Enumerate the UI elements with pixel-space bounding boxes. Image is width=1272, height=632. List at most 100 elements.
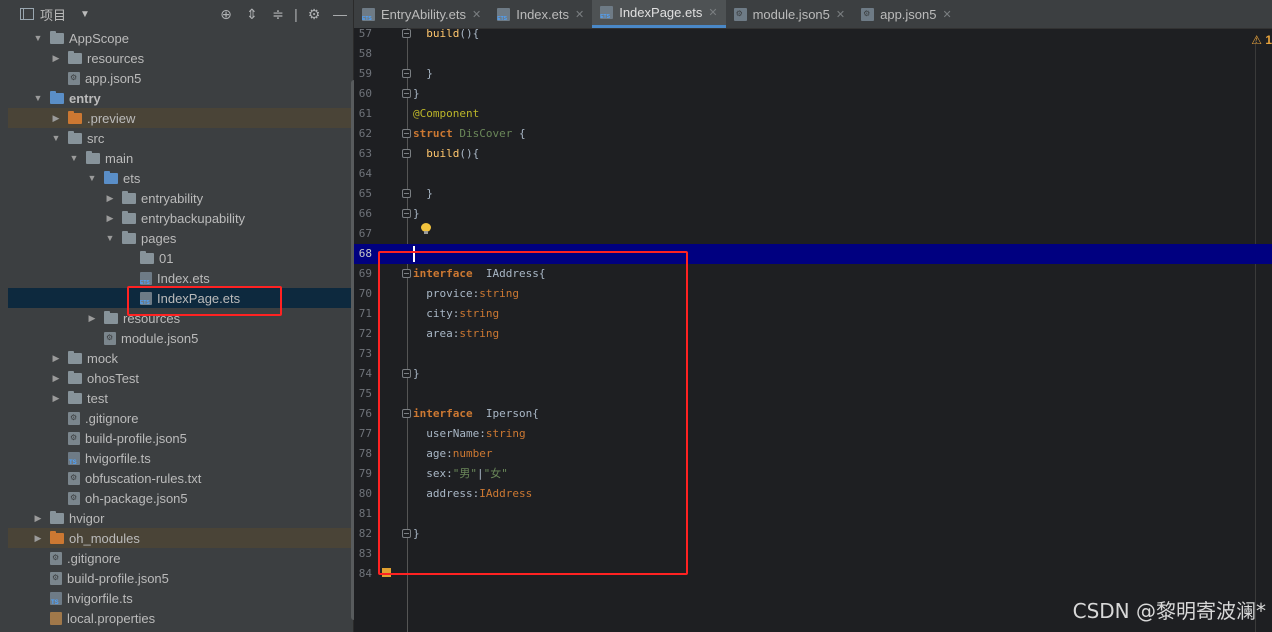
code-line[interactable]: 68: [354, 244, 1272, 264]
chevron-down-icon[interactable]: ▼: [104, 233, 116, 243]
tree-item[interactable]: oh-package.json5: [8, 488, 353, 508]
code-line[interactable]: 74}: [354, 364, 1272, 384]
code-line[interactable]: 73: [354, 344, 1272, 364]
code-line[interactable]: 81: [354, 504, 1272, 524]
tree-item[interactable]: ▶ .preview: [8, 108, 353, 128]
config-file-icon: [68, 491, 80, 505]
code-line[interactable]: 61 @Component: [354, 104, 1272, 124]
code-line[interactable]: 84: [354, 564, 1272, 584]
fold-marker-icon[interactable]: [402, 409, 411, 418]
tree-item[interactable]: hvigorfile.ts: [8, 588, 353, 608]
code-line[interactable]: 83: [354, 544, 1272, 564]
chevron-down-icon[interactable]: ▼: [32, 93, 44, 103]
tree-item[interactable]: 01: [8, 248, 353, 268]
code-line[interactable]: 67: [354, 224, 1272, 244]
code-line[interactable]: 64: [354, 164, 1272, 184]
tree-item[interactable]: ▼ entry: [8, 88, 353, 108]
tree-item[interactable]: ▶ test: [8, 388, 353, 408]
code-line[interactable]: 79 sex:"男"|"女": [354, 464, 1272, 484]
chevron-right-icon[interactable]: ▶: [50, 113, 62, 124]
fold-marker-icon[interactable]: [402, 209, 411, 218]
code-line[interactable]: 62 struct DisCover {: [354, 124, 1272, 144]
code-line[interactable]: 77 userName:string: [354, 424, 1272, 444]
tree-item[interactable]: build-profile.json5: [8, 568, 353, 588]
tree-item[interactable]: ▶ oh_modules: [8, 528, 353, 548]
tree-item[interactable]: ▶ resources: [8, 48, 353, 68]
chevron-down-icon[interactable]: ▼: [32, 33, 44, 43]
chevron-right-icon[interactable]: ▶: [104, 213, 116, 224]
tree-item[interactable]: IndexPage.ets: [8, 288, 353, 308]
tree-item[interactable]: Index.ets: [8, 268, 353, 288]
close-icon[interactable]: ✕: [575, 8, 584, 21]
chevron-down-icon[interactable]: ▼: [80, 9, 90, 20]
tree-item[interactable]: ▶ mock: [8, 348, 353, 368]
tree-item[interactable]: ▼ AppScope: [8, 28, 353, 48]
tree-item[interactable]: .gitignore: [8, 548, 353, 568]
fold-marker-icon[interactable]: [402, 369, 411, 378]
code-line[interactable]: 63 build(){: [354, 144, 1272, 164]
code-line[interactable]: 80 address:IAddress: [354, 484, 1272, 504]
fold-marker-icon[interactable]: [402, 69, 411, 78]
chevron-right-icon[interactable]: ▶: [32, 513, 44, 524]
tree-item[interactable]: obfuscation-rules.txt: [8, 468, 353, 488]
tree-item[interactable]: ▶ resources: [8, 308, 353, 328]
tree-item[interactable]: ▶ entryability: [8, 188, 353, 208]
close-icon[interactable]: ✕: [943, 8, 952, 21]
fold-marker-icon[interactable]: [402, 529, 411, 538]
chevron-right-icon[interactable]: ▶: [32, 533, 44, 544]
code-line[interactable]: 76 interface Iperson{: [354, 404, 1272, 424]
code-line[interactable]: 75: [354, 384, 1272, 404]
fold-marker-icon[interactable]: [402, 269, 411, 278]
fold-marker-icon[interactable]: [402, 89, 411, 98]
tree-item[interactable]: .gitignore: [8, 408, 353, 428]
tree-item[interactable]: ▼ main: [8, 148, 353, 168]
code-line[interactable]: 57 build(){: [354, 24, 1272, 44]
tree-item[interactable]: ▶ hvigor: [8, 508, 353, 528]
close-icon[interactable]: ✕: [836, 8, 845, 21]
bookmark-icon[interactable]: [382, 568, 391, 577]
project-view-selector[interactable]: 项目 ▼: [20, 5, 90, 24]
expand-all-icon[interactable]: ⇕: [239, 6, 265, 23]
chevron-down-icon[interactable]: ▼: [86, 173, 98, 183]
chevron-down-icon[interactable]: ▼: [50, 133, 62, 143]
code-line[interactable]: 60}: [354, 84, 1272, 104]
code-line[interactable]: 66}: [354, 204, 1272, 224]
tree-item[interactable]: module.json5: [8, 328, 353, 348]
chevron-right-icon[interactable]: ▶: [50, 53, 62, 64]
tree-item[interactable]: local.properties: [8, 608, 353, 628]
lightbulb-icon[interactable]: [421, 223, 431, 235]
code-line[interactable]: 69 interface IAddress{: [354, 264, 1272, 284]
code-line[interactable]: 78 age:number: [354, 444, 1272, 464]
tree-item[interactable]: build-profile.json5: [8, 428, 353, 448]
tree-item[interactable]: ▼ pages: [8, 228, 353, 248]
fold-marker-icon[interactable]: [402, 29, 411, 38]
minimize-icon[interactable]: —: [327, 6, 353, 22]
chevron-right-icon[interactable]: ▶: [50, 393, 62, 404]
code-line[interactable]: 72 area:string: [354, 324, 1272, 344]
tree-item[interactable]: ▶ entrybackupability: [8, 208, 353, 228]
code-line[interactable]: 70 provice:string: [354, 284, 1272, 304]
tree-item[interactable]: ▼ src: [8, 128, 353, 148]
chevron-right-icon[interactable]: ▶: [50, 373, 62, 384]
tree-item[interactable]: app.json5: [8, 68, 353, 88]
tree-item[interactable]: hvigorfile.ts: [8, 448, 353, 468]
fold-marker-icon[interactable]: [402, 129, 411, 138]
code-line[interactable]: 58: [354, 44, 1272, 64]
gear-icon[interactable]: ⚙: [301, 6, 327, 23]
fold-marker-icon[interactable]: [402, 149, 411, 158]
code-line[interactable]: 65 }: [354, 184, 1272, 204]
tree-item[interactable]: ▶ ohosTest: [8, 368, 353, 388]
fold-marker-icon[interactable]: [402, 189, 411, 198]
close-icon[interactable]: ✕: [472, 8, 481, 21]
chevron-right-icon[interactable]: ▶: [86, 313, 98, 324]
close-icon[interactable]: ✕: [708, 6, 717, 19]
code-line[interactable]: 59 }: [354, 64, 1272, 84]
code-line[interactable]: 71 city:string: [354, 304, 1272, 324]
code-line[interactable]: 82}: [354, 524, 1272, 544]
crosshair-icon[interactable]: ⊕: [213, 6, 239, 23]
chevron-right-icon[interactable]: ▶: [104, 193, 116, 204]
chevron-right-icon[interactable]: ▶: [50, 353, 62, 364]
chevron-down-icon[interactable]: ▼: [68, 153, 80, 163]
collapse-all-icon[interactable]: ≑: [265, 6, 291, 23]
tree-item[interactable]: ▼ ets: [8, 168, 353, 188]
